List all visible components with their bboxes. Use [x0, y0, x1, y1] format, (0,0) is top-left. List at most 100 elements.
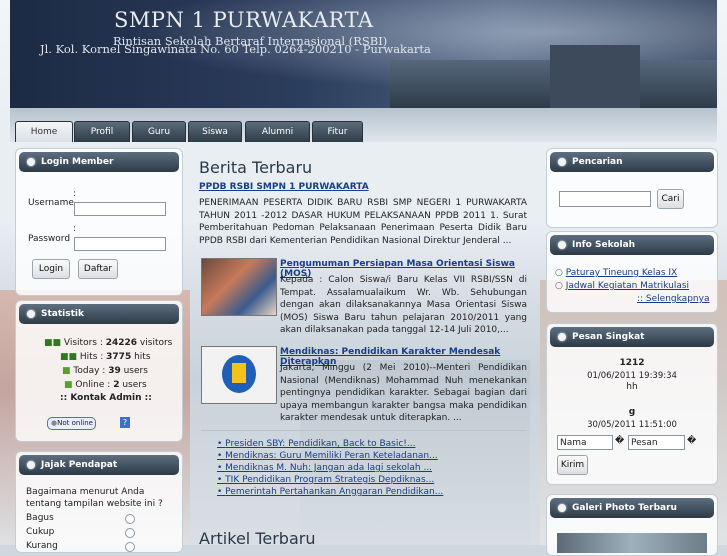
- login-panel-title: Login Member: [41, 157, 114, 167]
- hits-value: 3775: [106, 352, 132, 362]
- info-link[interactable]: Jadwal Kegiatan Matrikulasi: [566, 281, 689, 291]
- tab-guru[interactable]: Guru: [132, 121, 186, 142]
- articles-heading: Artikel Terbaru: [199, 529, 316, 548]
- username-input[interactable]: [74, 202, 166, 216]
- site-address: Jl. Kol. Kornel Singawinata No. 60 Telp.…: [40, 42, 431, 56]
- more-link[interactable]: :: Selengkapnya: [637, 294, 709, 304]
- users-icon: ■■: [44, 338, 62, 348]
- info-link[interactable]: Paturay Tineung Kelas IX: [566, 268, 678, 278]
- gallery-photo[interactable]: [557, 533, 707, 553]
- poll-option-label: Bagus: [26, 513, 54, 523]
- hits-unit: hits: [134, 352, 151, 362]
- username-label: Username: [28, 198, 74, 208]
- online-value: 2: [113, 380, 120, 390]
- shoutbox-panel: Pesan Singkat 1212 01/06/2011 19:39:34 h…: [546, 323, 718, 485]
- poll-panel: Jajak Pendapat Bagaimana menurut Anda te…: [15, 451, 183, 553]
- tab-home[interactable]: Home: [15, 121, 73, 142]
- poll-option-label: Cukup: [26, 527, 55, 537]
- help-icon[interactable]: ?: [120, 417, 130, 428]
- info-list-item[interactable]: ○ Jadwal Kegiatan Matrikulasi: [555, 281, 689, 291]
- article-thumbnail[interactable]: [201, 346, 277, 404]
- bullet-icon: [27, 310, 35, 318]
- info-panel: Info Sekolah ○ Paturay Tineung Kelas IX …: [546, 231, 718, 313]
- login-panel: Login Member : Username : Password Login…: [15, 148, 183, 296]
- gallery-panel: Galeri Photo Terbaru: [546, 494, 718, 556]
- logo-emblem-inner: [232, 363, 246, 383]
- status-badge[interactable]: ●Not online: [47, 417, 96, 430]
- circle-bullet-icon: ○: [555, 281, 566, 291]
- headline-link[interactable]: PPDB RSBI SMPN 1 PURWAKARTA: [199, 182, 369, 192]
- bullet-icon: [558, 504, 566, 512]
- name-input[interactable]: Nama: [557, 435, 613, 450]
- login-button[interactable]: Login: [32, 259, 70, 279]
- news-list-link[interactable]: Mendiknas M. Nuh: Jangan ada lagi sekola…: [225, 463, 432, 473]
- shoutbox-panel-title: Pesan Singkat: [572, 332, 645, 342]
- poll-option-radio[interactable]: [125, 528, 135, 538]
- info-list-item[interactable]: ○ Paturay Tineung Kelas IX: [555, 268, 677, 278]
- separator-glyph: �: [687, 436, 697, 446]
- password-input[interactable]: [74, 237, 166, 251]
- search-panel-header: Pencarian: [550, 152, 714, 172]
- colon: :: [73, 224, 77, 234]
- message-time: 01/06/2011 19:39:34: [587, 371, 677, 381]
- article-text: Kepada : Calon Siswa/i Baru Kelas VII RS…: [280, 274, 527, 337]
- news-list-link[interactable]: TIK Pendidikan Program Strategis Depdikn…: [225, 475, 434, 485]
- bullet-icon: •: [217, 475, 226, 485]
- statistics-panel-header: Statistik: [19, 304, 179, 324]
- contact-admin-link[interactable]: :: Kontak Admin ::: [60, 393, 152, 403]
- news-heading: Berita Terbaru: [199, 158, 313, 177]
- news-list-link[interactable]: Pemerintah Pertahankan Anggaran Pendidik…: [225, 487, 443, 497]
- hits-row: ■■ Hits : 3775 hits: [60, 352, 151, 362]
- news-list-item[interactable]: • Mendiknas: Guru Memiliki Peran Ketelad…: [217, 451, 438, 461]
- article-text-content: Jakarta, Minggu (2 Mei 2010)--Menteri Pe…: [280, 363, 527, 423]
- news-list-item[interactable]: • Mendiknas M. Nuh: Jangan ada lagi seko…: [217, 463, 432, 473]
- password-label: Password: [28, 234, 71, 244]
- main-content: Berita Terbaru PPDB RSBI SMPN 1 PURWAKAR…: [187, 148, 542, 548]
- tab-fitur[interactable]: Fitur: [312, 121, 363, 142]
- info-panel-header: Info Sekolah: [550, 235, 714, 255]
- bullet-icon: [558, 241, 566, 249]
- article-text-content: Kepada : Calon Siswa/i Baru Kelas VII RS…: [280, 275, 527, 335]
- poll-option-label: Kurang: [26, 541, 58, 551]
- today-row: ■ Today : 39 users: [62, 366, 148, 376]
- tab-alumni[interactable]: Alumni: [245, 121, 310, 142]
- search-input[interactable]: [559, 191, 651, 207]
- gallery-panel-title: Galeri Photo Terbaru: [572, 503, 677, 513]
- visitors-row: ■■ Visitors : 24226 visitors: [44, 338, 172, 348]
- message-time: 30/05/2011 11:51:00: [587, 420, 677, 430]
- news-list-link[interactable]: Presiden SBY: Pendidikan, Back to Basic!…: [225, 439, 415, 449]
- send-button[interactable]: Kirim: [557, 455, 588, 475]
- hits-label: Hits :: [79, 352, 104, 362]
- divider: [201, 430, 527, 431]
- news-list-link[interactable]: Mendiknas: Guru Memiliki Peran Keteladan…: [225, 451, 438, 461]
- status-badge-text: Not online: [57, 419, 93, 427]
- bullet-icon: [558, 158, 566, 166]
- main-navigation: Home Profil Guru Siswa Alumni Fitur: [10, 108, 717, 142]
- poll-option-radio[interactable]: [125, 514, 135, 524]
- bullet-icon: •: [217, 463, 226, 473]
- statistics-panel: Statistik ■■ Visitors : 24226 visitors ■…: [15, 300, 183, 442]
- poll-panel-title: Jajak Pendapat: [41, 460, 118, 470]
- bullet-icon: •: [217, 439, 226, 449]
- news-list-item[interactable]: • Presiden SBY: Pendidikan, Back to Basi…: [217, 439, 415, 449]
- search-button[interactable]: Cari: [657, 189, 684, 209]
- separator-glyph: �: [615, 436, 625, 446]
- register-button[interactable]: Daftar: [78, 259, 118, 279]
- tab-profil[interactable]: Profil: [74, 121, 130, 142]
- circle-bullet-icon: ○: [555, 268, 566, 278]
- bullet-icon: [27, 158, 35, 166]
- site-address-text: Jl. Kol. Kornel Singawinata No. 60 Telp.…: [40, 42, 431, 56]
- search-panel: Pencarian Cari: [546, 148, 718, 228]
- news-list-item[interactable]: • TIK Pendidikan Program Strategis Depdi…: [217, 475, 434, 485]
- today-unit: users: [123, 366, 148, 376]
- news-list-item[interactable]: • Pemerintah Pertahankan Anggaran Pendid…: [217, 487, 443, 497]
- poll-option-radio[interactable]: [125, 542, 135, 552]
- statistics-panel-title: Statistik: [41, 309, 84, 319]
- tab-siswa[interactable]: Siswa: [188, 121, 242, 142]
- message-input[interactable]: Pesan: [628, 435, 685, 450]
- user-icon: ■: [64, 380, 73, 390]
- online-row: ■ Online : 2 users: [64, 380, 147, 390]
- online-unit: users: [122, 380, 147, 390]
- article-thumbnail[interactable]: [201, 258, 277, 316]
- today-label: Today :: [73, 366, 106, 376]
